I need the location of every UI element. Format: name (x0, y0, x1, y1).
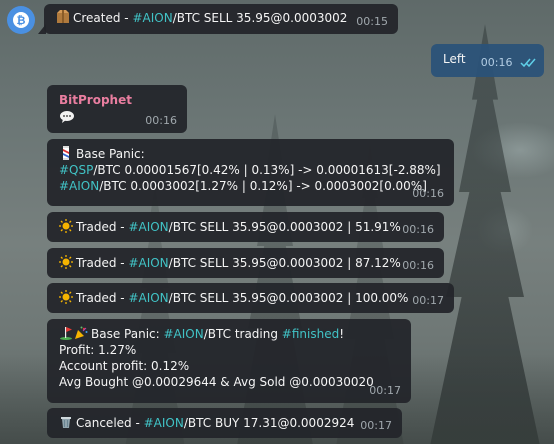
speech-bubble-icon (59, 110, 74, 124)
message-line: #QSP/BTC 0.00001567[0.42% | 0.13%] -> 0.… (59, 163, 441, 177)
hashtag-link[interactable]: #QSP (59, 163, 93, 177)
barber-pole-icon (59, 146, 73, 160)
message-text: Traded - #AION/BTC SELL 35.95@0.0003002 … (76, 256, 401, 270)
message-bubble[interactable]: Canceled - #AION/BTC BUY 17.31@0.0002924… (47, 408, 402, 438)
hashtag-link[interactable]: #AION (59, 179, 99, 193)
message-bubble[interactable]: Base Panic: #AION/BTC trading #finished!… (47, 319, 411, 403)
sun-icon (59, 255, 73, 269)
bot-avatar[interactable]: ₿ (7, 6, 35, 34)
message-time: 00:17 (369, 384, 401, 397)
party-popper-icon (74, 326, 88, 340)
avg-price-line: Avg Bought @0.00029644 & Avg Sold @0.000… (59, 375, 374, 389)
message-time: 00:16 (145, 114, 177, 127)
message-time: 00:15 (356, 15, 388, 28)
message-time: 00:16 (402, 259, 434, 272)
message-bubble[interactable]: Traded - #AION/BTC SELL 35.95@0.0003002 … (47, 212, 444, 242)
message-title: Base Panic: (59, 146, 442, 162)
message-time: 00:17 (412, 294, 444, 307)
account-profit-line: Account profit: 0.12% (59, 359, 190, 373)
hashtag-link[interactable]: #AION (128, 256, 168, 270)
message-line: #AION/BTC 0.0003002[1.27% | 0.12%] -> 0.… (59, 179, 427, 193)
hashtag-link[interactable]: #AION (128, 291, 168, 305)
sender-name[interactable]: BitProphet (59, 92, 175, 108)
message-text: Left (443, 52, 466, 66)
message-meta: 00:16 (481, 55, 536, 73)
wastebasket-icon (59, 415, 73, 429)
message-text: Traded - #AION/BTC SELL 35.95@0.0003002 … (76, 291, 409, 305)
sun-icon (59, 219, 73, 233)
message-bubble[interactable]: BitProphet 00:16 (47, 85, 187, 133)
hashtag-link[interactable]: #AION (132, 11, 172, 25)
bitcoin-icon: ₿ (13, 12, 29, 28)
message-title: Base Panic: #AION/BTC trading #finished! (59, 326, 399, 342)
profit-line: Profit: 1.27% (59, 343, 137, 357)
hashtag-link[interactable]: #AION (163, 327, 203, 341)
message-time: 00:16 (402, 223, 434, 236)
message-bubble[interactable]: Base Panic: #QSP/BTC 0.00001567[0.42% | … (47, 139, 454, 206)
message-text: Traded - #AION/BTC SELL 35.95@0.0003002 … (76, 220, 401, 234)
sun-icon (59, 290, 73, 304)
golf-flag-icon (59, 326, 73, 340)
message-bubble[interactable]: Traded - #AION/BTC SELL 35.95@0.0003002 … (47, 283, 454, 313)
message-time: 00:17 (360, 419, 392, 432)
read-double-check-icon (520, 57, 536, 73)
message-time: 00:16 (412, 187, 444, 200)
outgoing-message-bubble[interactable]: Left 00:16 (431, 44, 544, 77)
package-icon (56, 10, 70, 24)
message-bubble[interactable]: Traded - #AION/BTC SELL 35.95@0.0003002 … (47, 248, 444, 278)
svg-text:₿: ₿ (17, 14, 26, 27)
message-text: Canceled - #AION/BTC BUY 17.31@0.0002924 (76, 416, 355, 430)
hashtag-link[interactable]: #finished (282, 327, 339, 341)
hashtag-link[interactable]: #AION (128, 220, 168, 234)
message-bubble[interactable]: Created - #AION/BTC SELL 35.95@0.0003002… (38, 4, 398, 34)
hashtag-link[interactable]: #AION (144, 416, 184, 430)
message-text: Created - #AION/BTC SELL 35.95@0.0003002 (73, 11, 348, 25)
